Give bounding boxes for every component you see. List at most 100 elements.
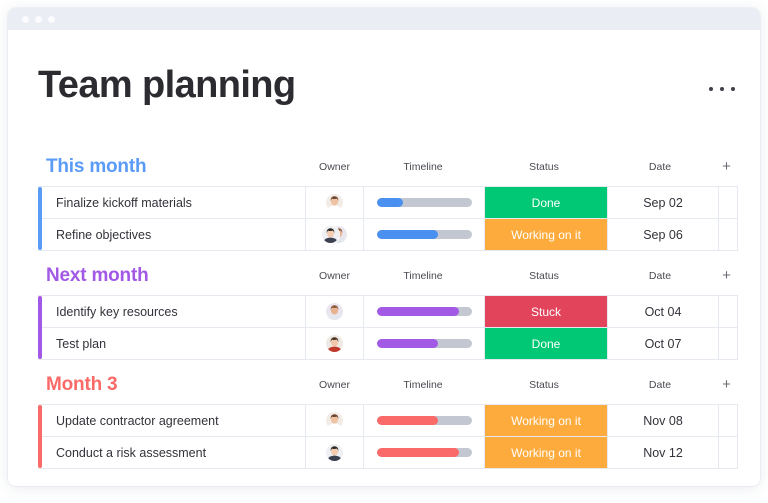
column-header-date[interactable]: Date bbox=[605, 378, 715, 392]
timeline-cell[interactable] bbox=[364, 437, 485, 468]
timeline-progress-fill bbox=[377, 448, 460, 457]
group-month-3: Month 3 OwnerTimelineStatusDate+ Update co… bbox=[38, 374, 738, 469]
kebab-dot-3-icon bbox=[731, 87, 735, 91]
status-badge[interactable]: Working on it bbox=[485, 405, 607, 436]
date-cell[interactable]: Sep 02 bbox=[607, 187, 719, 218]
date-cell[interactable]: Nov 12 bbox=[607, 437, 719, 468]
empty-cell bbox=[719, 328, 737, 359]
owner-cell[interactable] bbox=[306, 328, 364, 359]
timeline-cell[interactable] bbox=[364, 328, 485, 359]
avatar-face-icon bbox=[325, 334, 344, 353]
column-header-owner[interactable]: Owner bbox=[306, 269, 363, 283]
owner-cell[interactable] bbox=[306, 296, 364, 327]
window-dot-close-icon[interactable] bbox=[22, 16, 29, 23]
task-name-cell[interactable]: Test plan bbox=[42, 328, 306, 359]
column-header-timeline[interactable]: Timeline bbox=[363, 269, 483, 283]
empty-cell bbox=[719, 187, 737, 218]
timeline-progress-fill bbox=[377, 230, 439, 239]
add-column-plus-icon[interactable]: + bbox=[715, 158, 738, 175]
timeline-progress-bar bbox=[377, 307, 472, 316]
empty-cell bbox=[719, 296, 737, 327]
table-row[interactable]: Test plan DoneOct 07 bbox=[42, 328, 737, 359]
column-header-timeline[interactable]: Timeline bbox=[363, 378, 483, 392]
avatar-face-icon bbox=[325, 193, 344, 212]
avatar-face-icon bbox=[321, 225, 340, 244]
avatar-face-icon bbox=[325, 411, 344, 430]
group-rows: Identify key resourcesStuckOct 04Test pl… bbox=[38, 295, 738, 360]
status-badge[interactable]: Working on it bbox=[485, 219, 607, 250]
timeline-cell[interactable] bbox=[364, 219, 485, 250]
timeline-progress-bar bbox=[377, 198, 472, 207]
group-this-month: This month OwnerTimelineStatusDate+ Finali… bbox=[38, 156, 738, 251]
owner-cell[interactable] bbox=[306, 219, 364, 250]
status-badge[interactable]: Done bbox=[485, 187, 607, 218]
timeline-cell[interactable] bbox=[364, 296, 485, 327]
board-content: Team planning This monthOwnerTimelineSta… bbox=[8, 30, 760, 486]
add-column-plus-icon[interactable]: + bbox=[715, 267, 738, 284]
page-title: Team planning bbox=[38, 66, 296, 104]
date-cell[interactable]: Nov 08 bbox=[607, 405, 719, 436]
avatar bbox=[325, 193, 344, 212]
timeline-cell[interactable] bbox=[364, 405, 485, 436]
task-name-cell[interactable]: Update contractor agreement bbox=[42, 405, 306, 436]
group-rows: Update contractor agreement Working on it… bbox=[38, 404, 738, 469]
column-header-timeline[interactable]: Timeline bbox=[363, 160, 483, 174]
kebab-dot-1-icon bbox=[709, 87, 713, 91]
task-name-cell[interactable]: Conduct a risk assessment bbox=[42, 437, 306, 468]
column-header-status[interactable]: Status bbox=[483, 269, 605, 283]
empty-cell bbox=[719, 405, 737, 436]
group-next-month: Next month OwnerTimelineStatusDate+ Identi… bbox=[38, 265, 738, 360]
table-row[interactable]: Finalize kickoff materials DoneSep 02 bbox=[42, 187, 737, 219]
window-titlebar bbox=[8, 8, 760, 30]
owner-cell[interactable] bbox=[306, 437, 364, 468]
table-row[interactable]: Refine objectives Working on itSep 06 bbox=[42, 219, 737, 250]
avatar-face-icon bbox=[325, 302, 344, 321]
date-cell[interactable]: Oct 04 bbox=[607, 296, 719, 327]
timeline-progress-bar bbox=[377, 416, 472, 425]
date-cell[interactable]: Sep 06 bbox=[607, 219, 719, 250]
group-title[interactable]: Month 3 bbox=[46, 374, 117, 396]
owner-cell[interactable] bbox=[306, 405, 364, 436]
group-accent-bar bbox=[38, 296, 42, 359]
table-row[interactable]: Identify key resources StuckOct 04 bbox=[42, 296, 737, 328]
add-column-plus-icon[interactable]: + bbox=[715, 376, 738, 393]
task-name-cell[interactable]: Identify key resources bbox=[42, 296, 306, 327]
group-accent-bar bbox=[38, 405, 42, 468]
column-header-owner[interactable]: Owner bbox=[306, 160, 363, 174]
timeline-progress-bar bbox=[377, 230, 472, 239]
date-cell[interactable]: Oct 07 bbox=[607, 328, 719, 359]
status-badge[interactable]: Done bbox=[485, 328, 607, 359]
column-header-owner[interactable]: Owner bbox=[306, 378, 363, 392]
kebab-menu-icon[interactable] bbox=[709, 87, 735, 91]
column-header-date[interactable]: Date bbox=[605, 269, 715, 283]
column-header-status[interactable]: Status bbox=[483, 378, 605, 392]
kebab-dot-2-icon bbox=[720, 87, 724, 91]
timeline-progress-bar bbox=[377, 448, 472, 457]
group-title[interactable]: This month bbox=[46, 156, 146, 178]
avatar bbox=[321, 225, 348, 244]
group-header: This month OwnerTimelineStatusDate+ bbox=[38, 156, 738, 186]
avatar bbox=[325, 334, 344, 353]
browser-window: Team planning This monthOwnerTimelineSta… bbox=[8, 8, 760, 486]
task-name-cell[interactable]: Refine objectives bbox=[42, 219, 306, 250]
timeline-progress-fill bbox=[377, 198, 404, 207]
screenshot-root: Team planning This monthOwnerTimelineSta… bbox=[0, 0, 768, 503]
avatar-face-icon bbox=[325, 443, 344, 462]
avatar bbox=[325, 411, 344, 430]
table-row[interactable]: Conduct a risk assessment Working on itNo… bbox=[42, 437, 737, 468]
task-name-cell[interactable]: Finalize kickoff materials bbox=[42, 187, 306, 218]
status-badge[interactable]: Working on it bbox=[485, 437, 607, 468]
group-header: Month 3 OwnerTimelineStatusDate+ bbox=[38, 374, 738, 404]
column-header-status[interactable]: Status bbox=[483, 160, 605, 174]
window-dot-minimize-icon[interactable] bbox=[35, 16, 42, 23]
window-dot-maximize-icon[interactable] bbox=[48, 16, 55, 23]
group-header: Next month OwnerTimelineStatusDate+ bbox=[38, 265, 738, 295]
column-header-date[interactable]: Date bbox=[605, 160, 715, 174]
timeline-cell[interactable] bbox=[364, 187, 485, 218]
group-title[interactable]: Next month bbox=[46, 265, 149, 287]
owner-cell[interactable] bbox=[306, 187, 364, 218]
window-control-dots bbox=[22, 16, 55, 23]
table-row[interactable]: Update contractor agreement Working on it… bbox=[42, 405, 737, 437]
timeline-progress-fill bbox=[377, 416, 439, 425]
status-badge[interactable]: Stuck bbox=[485, 296, 607, 327]
